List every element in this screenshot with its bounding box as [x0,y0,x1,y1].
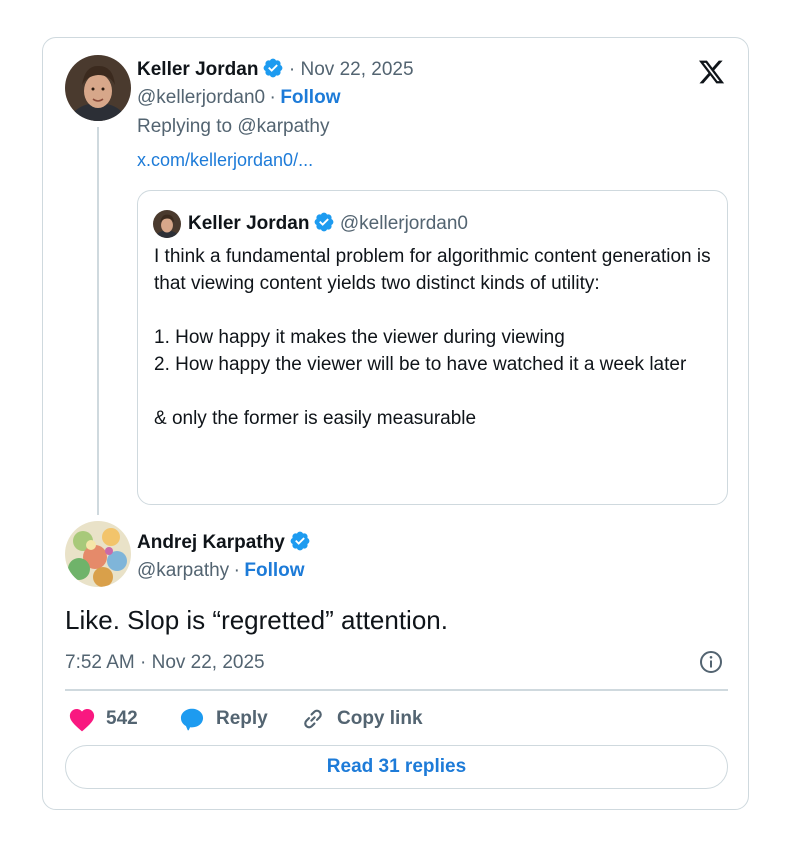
quoted-handle: @kellerjordan0 [339,213,468,234]
speech-bubble-icon [180,708,204,731]
copy-link-button[interactable]: Copy link [299,704,423,734]
parent-tweet-header: Keller Jordan · Nov 22, 2025 [137,57,414,81]
verified-badge-icon [315,212,334,232]
main-author-name[interactable]: Andrej Karpathy [137,532,285,553]
handle-separator: · [269,87,276,108]
copy-link-label: Copy link [337,708,423,729]
follow-button[interactable]: Follow [244,560,304,581]
link-icon [304,709,322,729]
parent-handle[interactable]: @kellerjordan0 [137,87,265,108]
quoted-paragraph: I think a fundamental problem for algori… [154,246,711,294]
like-count: 542 [106,708,138,729]
keller-jordan-avatar[interactable] [65,55,131,121]
info-icon[interactable] [699,650,723,679]
actions-divider [65,689,728,691]
reply-button[interactable]: Reply [178,704,268,734]
quoted-author-name: Keller Jordan [188,213,310,234]
quoted-tweet-body: I think a fundamental problem for algori… [154,243,719,432]
tweet-timestamp[interactable]: 7:52 AM · Nov 22, 2025 [65,652,265,674]
quoted-conclusion: & only the former is easily measurable [154,408,477,429]
read-replies-label: Read 31 replies [326,756,467,777]
parent-handle-row: @kellerjordan0 · Follow [137,87,340,109]
read-replies-button[interactable]: Read 31 replies [65,745,728,789]
like-button[interactable]: 542 [68,704,138,734]
andrej-karpathy-avatar[interactable] [65,521,131,587]
quoted-list-item-1: 1. How happy it makes the viewer during … [154,327,565,348]
reply-label: Reply [216,708,268,729]
tweet-link[interactable]: x.com/kellerjordan0/... [137,150,313,171]
heart-icon [69,708,95,732]
verified-badge-icon [264,58,283,78]
main-tweet-header: Andrej Karpathy [137,530,311,554]
handle-separator: · [233,560,240,581]
parent-tweet-date[interactable]: · Nov 22, 2025 [289,59,414,80]
main-handle-row: @karpathy · Follow [137,560,305,582]
verified-badge-icon [290,531,310,551]
thread-connector-line [97,127,99,515]
main-handle[interactable]: @karpathy [137,560,229,581]
main-tweet-text: Like. Slop is “regretted” attention. [65,605,448,635]
follow-button[interactable]: Follow [280,87,340,108]
quoted-tweet-header: Keller Jordan @kellerjordan0 [188,211,468,235]
replying-to-label: Replying to @karpathy [137,116,330,137]
parent-author-name[interactable]: Keller Jordan [137,59,258,80]
quoted-tweet-card[interactable]: Keller Jordan @kellerjordan0 I think a f… [137,190,728,505]
quoted-list-item-2: 2. How happy the viewer will be to have … [154,354,687,375]
x-logo-icon[interactable] [697,58,726,91]
quoted-author-avatar [153,210,181,238]
